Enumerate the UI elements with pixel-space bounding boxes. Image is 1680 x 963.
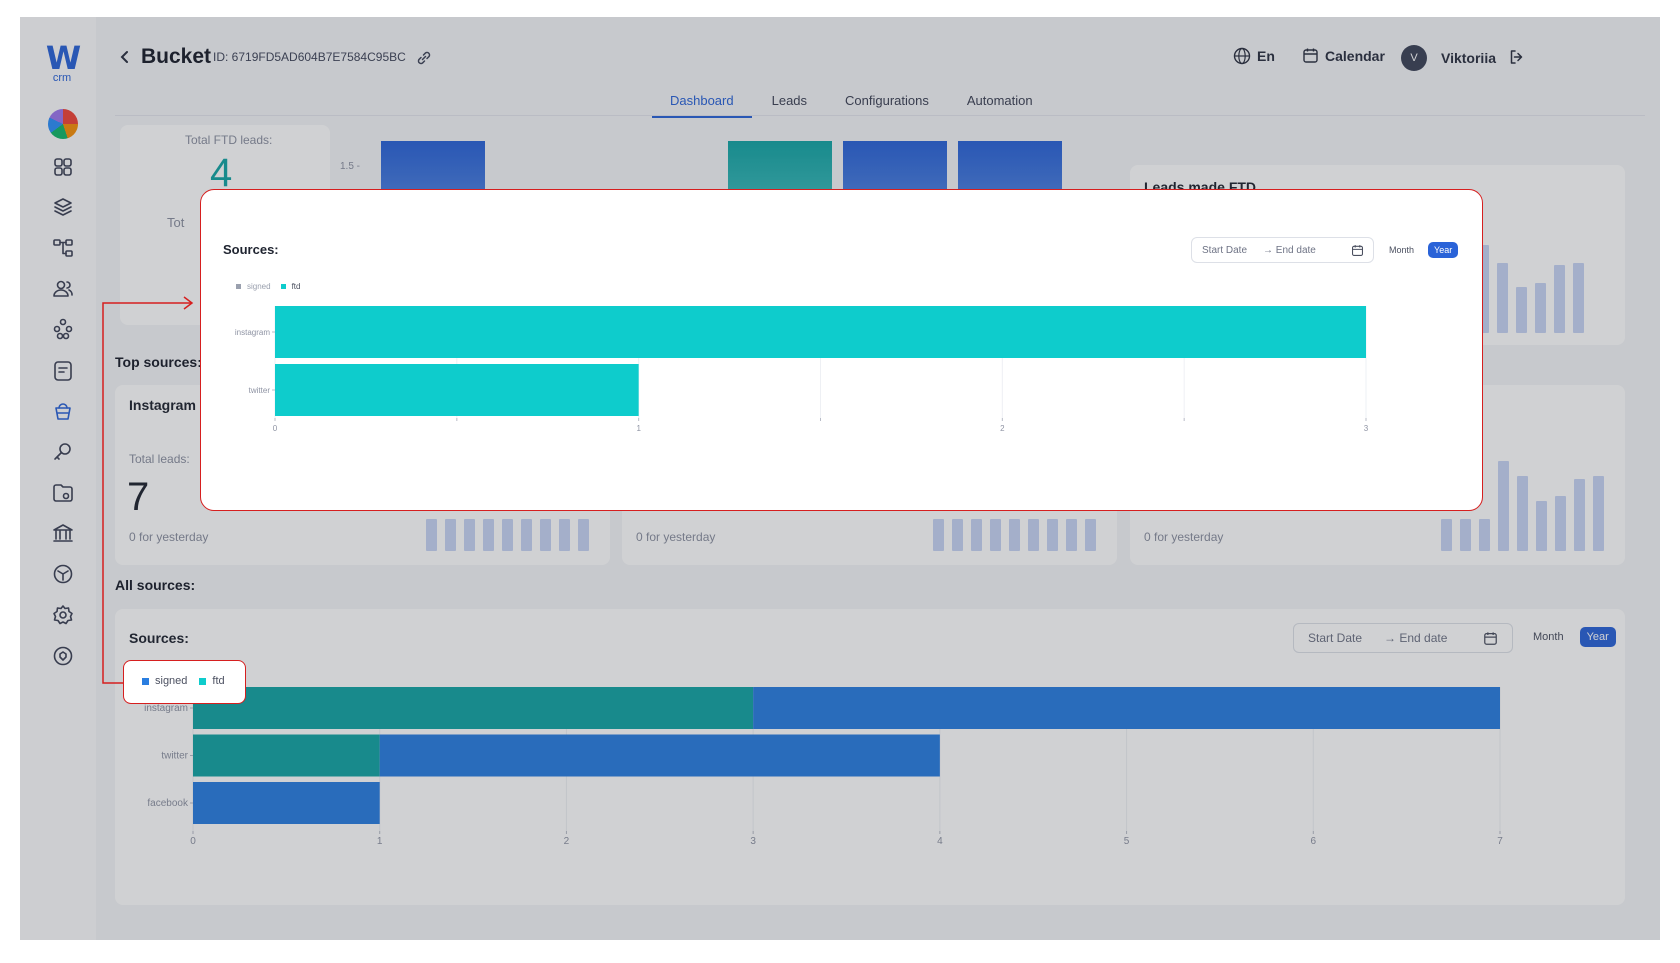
chart-legend: signed ftd xyxy=(142,675,225,687)
category-label: instagram xyxy=(235,328,270,337)
popup-date-range-picker[interactable]: Start Date → End date xyxy=(1191,237,1374,263)
popup-legend-swatch-signed xyxy=(236,284,241,289)
bar-ftd-twitter[interactable] xyxy=(275,364,639,416)
legend-signed[interactable]: signed xyxy=(155,675,187,687)
popup-calendar-icon[interactable] xyxy=(1351,244,1364,257)
x-tick-label: 2 xyxy=(1000,424,1005,433)
bar-ftd-instagram[interactable] xyxy=(275,306,1366,358)
app-frame: W crm Bucket ID: 6719FD5AD604B7E7584C95B… xyxy=(20,17,1660,940)
category-label: twitter xyxy=(249,386,271,395)
popup-sources-title: Sources: xyxy=(223,242,279,257)
callout-connector xyxy=(102,296,194,684)
popup-year-button[interactable]: Year xyxy=(1428,242,1459,258)
popup-chart-legend: signed ftd xyxy=(236,282,300,291)
popup-period-toggle: Month Year xyxy=(1389,242,1459,258)
zoomed-chart-popup: Sources: Start Date → End date Month Yea… xyxy=(200,189,1483,511)
popup-month-button[interactable]: Month xyxy=(1389,245,1414,255)
x-tick-label: 0 xyxy=(273,424,278,433)
popup-legend-ftd[interactable]: ftd xyxy=(292,282,301,291)
legend-ftd[interactable]: ftd xyxy=(212,675,224,687)
legend-swatch-ftd xyxy=(199,677,207,685)
legend-callout: signed ftd xyxy=(123,660,246,704)
popup-bar-chart: instagram twitter 0 1 2 3 xyxy=(235,306,1369,433)
popup-legend-swatch-ftd xyxy=(280,284,286,289)
popup-legend-signed[interactable]: signed xyxy=(247,282,271,291)
legend-swatch-signed xyxy=(142,677,149,685)
x-tick-label: 1 xyxy=(636,424,641,433)
popup-start-date-input[interactable]: Start Date xyxy=(1202,245,1247,256)
popup-end-date-input[interactable]: → End date xyxy=(1263,245,1316,256)
x-tick-label: 3 xyxy=(1364,424,1369,433)
